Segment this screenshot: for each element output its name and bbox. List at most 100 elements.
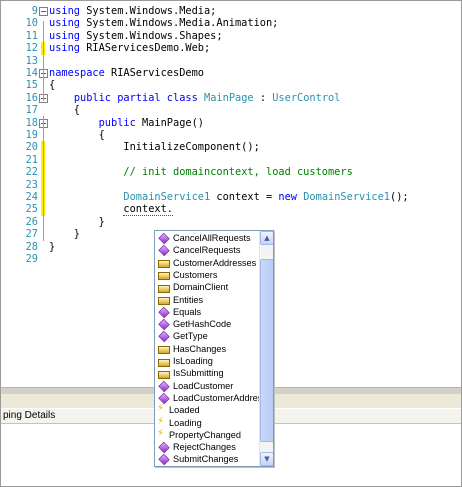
line-number: 23	[25, 178, 38, 191]
keyword-token: using	[49, 17, 80, 30]
completion-item-label: IsSubmitting	[173, 368, 224, 379]
line-number: 24	[25, 191, 38, 203]
completion-item-label: CancelAllRequests	[173, 233, 251, 243]
method-icon	[158, 318, 170, 331]
line-number: 29	[25, 253, 38, 265]
keyword-token: using	[49, 5, 80, 17]
scrollbar-thumb[interactable]	[260, 259, 273, 442]
keyword-token: using	[49, 42, 80, 55]
code-text: using System.Windows.Shapes;	[49, 30, 223, 42]
line-number: 21	[25, 153, 38, 166]
code-token: }	[49, 240, 56, 253]
completion-item[interactable]: Entities	[156, 294, 260, 306]
code-text: public MainPage()	[49, 117, 204, 129]
code-token: MainPage()	[135, 116, 205, 129]
property-icon	[158, 346, 170, 355]
completion-item[interactable]: CustomerAddresses	[156, 257, 260, 269]
completion-list-scrollbar[interactable]: ▲ ▼	[259, 231, 273, 466]
comment-token: // init domaincontext, load customers	[123, 166, 353, 179]
line-number: 12	[25, 42, 38, 55]
completion-item[interactable]: CancelRequests	[156, 244, 260, 257]
completion-item-label: Equals	[173, 306, 202, 317]
line-number: 17	[25, 104, 38, 117]
code-token: InitializeComponent();	[49, 141, 260, 154]
completion-item[interactable]: DomainClient	[156, 281, 260, 293]
line-number: 15	[25, 79, 38, 92]
line-number: 19	[25, 129, 38, 141]
code-text: }	[49, 228, 80, 240]
code-token: ();	[390, 191, 409, 203]
code-token: context =	[210, 191, 279, 203]
code-text: }	[49, 241, 55, 253]
completion-item-label: CustomerAddresses	[173, 257, 257, 268]
type-token: UserControl	[272, 91, 341, 104]
keyword-token: using	[49, 29, 80, 42]
completion-item-label: HasChanges	[173, 343, 227, 354]
completion-item-label: GetHashCode	[173, 319, 232, 330]
keyword-token: new	[278, 191, 298, 203]
completion-item[interactable]: PropertyChanged	[156, 428, 260, 441]
code-token: context.	[123, 203, 174, 217]
code-text: // init domaincontext, load customers	[49, 166, 353, 179]
completion-item[interactable]: GetHashCode	[156, 318, 260, 331]
completion-item-label: LoadCustomerAddress	[173, 392, 267, 403]
collapse-region-icon[interactable]: −	[39, 7, 48, 16]
code-token: System.Windows.Media;	[80, 5, 217, 17]
completion-item[interactable]: Loaded	[156, 403, 260, 416]
code-token: System.Windows.Media.Animation;	[80, 17, 279, 30]
completion-item-label: SubmitChanges	[173, 454, 239, 465]
line-number: 28	[25, 240, 38, 253]
intellisense-completion-list[interactable]: CancelAllRequests CancelRequests CustomerA…	[154, 230, 274, 467]
scroll-down-button[interactable]: ▼	[260, 452, 273, 466]
code-text: {	[49, 79, 55, 91]
completion-item[interactable]: Loading	[156, 416, 260, 429]
completion-item[interactable]: Customers	[156, 269, 260, 281]
event-icon	[157, 416, 166, 428]
code-text: {	[49, 129, 105, 141]
keyword-token: namespace	[49, 67, 105, 79]
property-icon	[158, 284, 170, 293]
line-number: 9	[31, 5, 38, 17]
type-token: DomainService1	[303, 191, 391, 203]
keyword-token: public	[98, 116, 136, 129]
completion-item-label: Loaded	[169, 405, 200, 416]
code-text: DomainService1 context = new DomainServi…	[49, 191, 409, 203]
completion-item-label: GetType	[173, 331, 208, 342]
property-icon	[158, 260, 170, 269]
line-number: 25	[25, 203, 38, 216]
type-token: DomainService1	[123, 191, 211, 203]
method-icon	[158, 306, 170, 319]
completion-item[interactable]: GetType	[156, 330, 260, 343]
completion-item-label: RejectChanges	[173, 442, 236, 453]
event-icon	[157, 428, 166, 440]
completion-item-label: Customers	[173, 269, 218, 280]
code-text: }	[49, 216, 105, 228]
method-icon	[158, 441, 170, 454]
scroll-up-button[interactable]: ▲	[260, 231, 273, 245]
completion-item[interactable]: LoadCustomer	[156, 380, 260, 392]
property-icon	[158, 272, 170, 281]
completion-item[interactable]: IsLoading	[156, 355, 260, 367]
completion-item[interactable]: SubmitChanges	[156, 453, 260, 466]
visual-studio-window: 9 using System.Windows.Media; −10 using Sys…	[0, 0, 462, 487]
completion-item[interactable]: LoadCustomerAddress	[156, 392, 267, 405]
completion-item[interactable]: RejectChanges	[156, 441, 260, 454]
code-token: System.Windows.Shapes;	[80, 29, 223, 42]
completion-item[interactable]: IsSubmitting	[156, 367, 260, 379]
method-icon	[158, 245, 170, 257]
completion-item[interactable]: HasChanges	[156, 343, 260, 355]
completion-item[interactable]: Equals	[156, 306, 260, 319]
outline-guide	[43, 183, 44, 226]
completion-item[interactable]: CancelAllRequests	[156, 232, 260, 245]
code-token: :	[253, 91, 273, 104]
code-token: }	[49, 215, 105, 228]
code-token: {	[49, 79, 56, 92]
code-text: using System.Windows.Media.Animation;	[49, 17, 278, 29]
code-text: namespace RIAServicesDemo	[49, 67, 204, 79]
code-text: public partial class MainPage : UserCont…	[49, 91, 341, 104]
bottom-panel-tab-label: ping Details	[3, 410, 56, 421]
code-token: RIAServicesDemo.Web;	[80, 42, 211, 55]
